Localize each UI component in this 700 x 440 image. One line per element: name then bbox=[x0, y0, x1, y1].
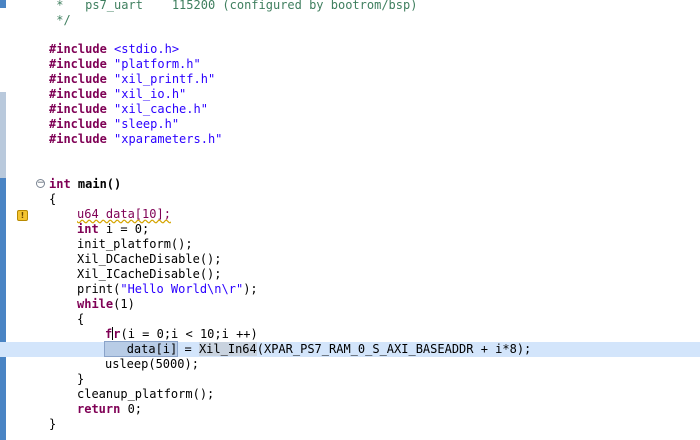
include-line: #include "xil_io.h" bbox=[0, 87, 700, 102]
declaration-data: u64 data[10]; bbox=[77, 207, 171, 221]
include-file: <stdio.h> bbox=[106, 42, 180, 56]
include-directive: #include bbox=[49, 57, 107, 71]
function-name: main() bbox=[70, 177, 122, 191]
brace: { bbox=[77, 312, 85, 326]
type-keyword: int bbox=[77, 222, 99, 236]
code-line: int i = 0; bbox=[0, 222, 700, 237]
code-line: while(1) bbox=[0, 297, 700, 312]
return-value: 0; bbox=[120, 402, 143, 416]
code-line: return 0; bbox=[0, 402, 700, 417]
print-end: ); bbox=[243, 282, 258, 296]
comment-text: * ps7_uart 115200 (configured by bootrom… bbox=[49, 0, 418, 12]
include-file: "xil_cache.h" bbox=[106, 102, 208, 116]
code-line: cleanup_platform(); bbox=[0, 387, 700, 402]
function-call: Xil_In64 bbox=[198, 342, 257, 356]
code-line: int main() bbox=[0, 177, 700, 192]
code-line: Xil_DCacheDisable(); bbox=[0, 252, 700, 267]
string-literal: "Hello World\n\r" bbox=[120, 282, 244, 296]
code-line: usleep(5000); bbox=[0, 357, 700, 372]
code-line: */ bbox=[0, 13, 700, 28]
comment-text: */ bbox=[49, 13, 71, 27]
statement: init_platform(); bbox=[77, 237, 193, 251]
for-keyword: fr bbox=[105, 327, 121, 341]
code-line: init_platform(); bbox=[0, 237, 700, 252]
brace: } bbox=[49, 417, 57, 431]
code-line: } bbox=[0, 372, 700, 387]
include-file: "xil_io.h" bbox=[106, 87, 187, 101]
type-keyword: int bbox=[49, 177, 71, 191]
code-line: u64 data[10]; bbox=[0, 207, 700, 222]
code-line: * ps7_uart 115200 (configured by bootrom… bbox=[0, 0, 700, 13]
code-line: { bbox=[0, 192, 700, 207]
include-directive: #include bbox=[49, 102, 107, 116]
code-editor[interactable]: ! − * ps7_uart 115200 (configured by boo… bbox=[0, 0, 700, 440]
include-directive: #include bbox=[49, 87, 107, 101]
include-directive: #include bbox=[49, 117, 107, 131]
statement: Xil_ICacheDisable(); bbox=[77, 267, 222, 281]
include-file: "xil_printf.h" bbox=[106, 72, 216, 86]
declaration-i: i = 0; bbox=[98, 222, 150, 236]
include-line: #include "platform.h" bbox=[0, 57, 700, 72]
for-clause: (i = 0;i < 10;i ++) bbox=[120, 327, 258, 341]
include-directive: #include bbox=[49, 132, 107, 146]
statement: usleep(5000); bbox=[105, 357, 199, 371]
selected-text[interactable]: data[i] bbox=[103, 341, 179, 357]
include-file: "xparameters.h" bbox=[106, 132, 223, 146]
brace: } bbox=[77, 372, 85, 386]
current-line: data[i] = Xil_In64(XPAR_PS7_RAM_0_S_AXI_… bbox=[0, 341, 700, 357]
include-line: #include "xil_printf.h" bbox=[0, 72, 700, 87]
code-line: fr(i = 0;i < 10;i ++) bbox=[0, 327, 700, 342]
include-line: #include "sleep.h" bbox=[0, 117, 700, 132]
include-directive: #include bbox=[49, 72, 107, 86]
code-line: Xil_ICacheDisable(); bbox=[0, 267, 700, 282]
code-line: print("Hello World\n\r"); bbox=[0, 282, 700, 297]
print-call: print( bbox=[77, 282, 121, 296]
code-line: } bbox=[0, 417, 700, 432]
include-line: #include <stdio.h> bbox=[0, 42, 700, 57]
include-file: "sleep.h" bbox=[106, 117, 180, 131]
while-condition: (1) bbox=[113, 297, 135, 311]
call-args: (XPAR_PS7_RAM_0_S_AXI_BASEADDR + i*8); bbox=[256, 342, 532, 356]
include-file: "platform.h" bbox=[106, 57, 201, 71]
include-line: #include "xparameters.h" bbox=[0, 132, 700, 147]
include-directive: #include bbox=[49, 42, 107, 56]
while-keyword: while bbox=[77, 297, 114, 311]
statement: cleanup_platform(); bbox=[77, 387, 215, 401]
statement: Xil_DCacheDisable(); bbox=[77, 252, 222, 266]
return-keyword: return bbox=[77, 402, 121, 416]
include-line: #include "xil_cache.h" bbox=[0, 102, 700, 117]
assign-op: = bbox=[177, 342, 199, 356]
code-line: { bbox=[0, 312, 700, 327]
brace: { bbox=[49, 192, 57, 206]
